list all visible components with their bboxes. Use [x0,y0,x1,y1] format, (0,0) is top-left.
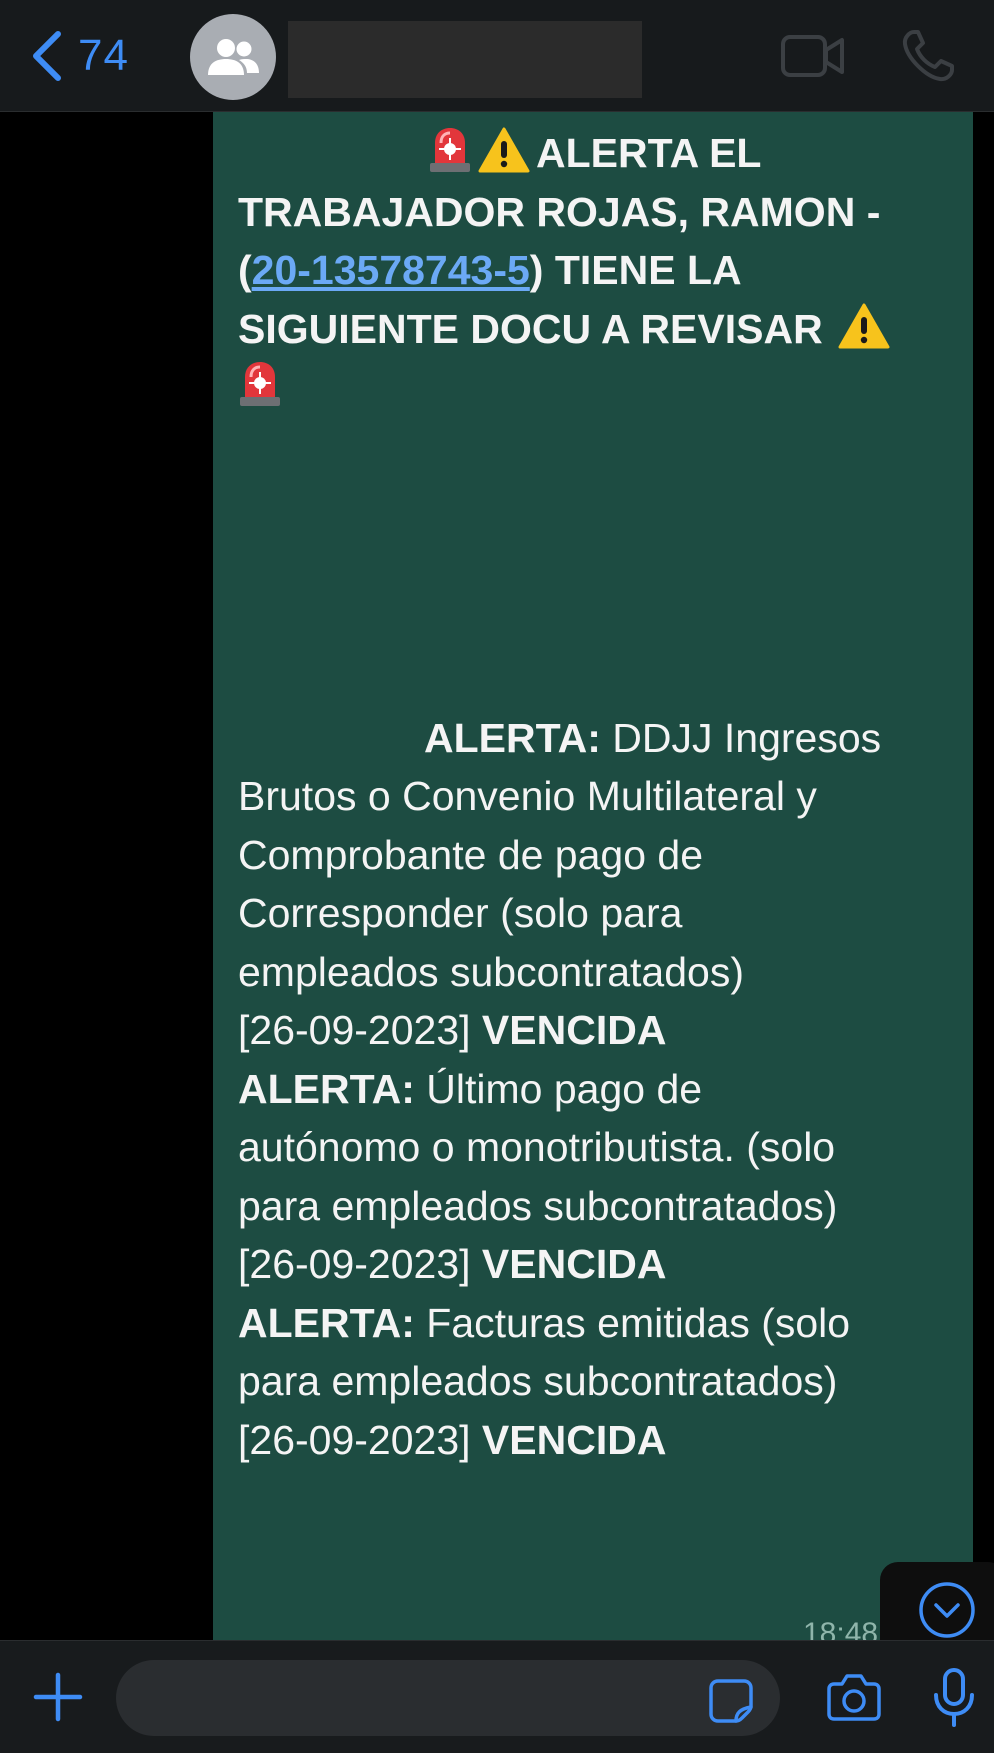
warning-emoji [838,303,890,348]
microphone-icon[interactable] [930,1667,978,1729]
title-line: TRABAJADOR ROJAS, RAMON - [238,188,881,235]
alert-line: autónomo o monotributista. (solo [238,1124,836,1170]
alert-date-line: [26-09-2023] VENCIDA [238,1007,667,1053]
alert-line: para empleados subcontratados) [238,1182,838,1229]
message-input[interactable] [116,1660,780,1736]
composer-bar [0,1640,994,1753]
siren-emoji [240,362,280,406]
alert-line: Comprobante de pago de [238,831,704,878]
status-label: VENCIDA [481,1007,667,1053]
chevron-left-icon [33,31,61,81]
alert-line: ALERTA: DDJJ Ingresos [424,714,882,761]
status-label: VENCIDA [481,1416,667,1463]
contact-name[interactable] [288,21,642,98]
alert-date-line: [26-09-2023] VENCIDA [238,1241,667,1287]
alert-line: Brutos o Convenio Multilateral y [238,773,817,819]
phone-icon[interactable] [900,28,956,84]
title-line: SIGUIENTE DOCU A REVISAR [238,300,958,359]
unread-count: 74 [78,31,129,80]
sticker-icon[interactable] [708,1678,754,1724]
back-button[interactable]: 74 [28,24,129,88]
message-bubble[interactable]: ALERTA EL TRABAJADOR ROJAS, RAMON - (20-… [213,112,973,1650]
video-camera-icon[interactable] [780,30,846,82]
group-icon [208,39,259,75]
title-line [238,358,958,417]
alert-line: empleados subcontratados) [238,948,744,995]
chevron-down-circle-icon [919,1582,975,1638]
chat-header: 74 [0,0,994,112]
title-line: ALERTA EL [238,124,958,183]
worker-id-link[interactable]: 20-13578743-5 [252,247,530,293]
camera-icon[interactable] [826,1672,882,1722]
chat-area[interactable]: ALERTA EL TRABAJADOR ROJAS, RAMON - (20-… [0,112,994,1658]
title-line: (20-13578743-5) TIENE LA [238,247,742,293]
alert-line: Corresponder (solo para [238,890,683,936]
empty-space [238,417,958,709]
message-text: ALERTA EL TRABAJADOR ROJAS, RAMON - (20-… [238,124,958,1469]
plus-icon[interactable] [32,1671,84,1723]
group-avatar[interactable] [190,14,276,100]
status-label: VENCIDA [481,1241,667,1287]
alert-line: ALERTA: Último pago de [238,1065,703,1112]
alert-date-line: [26-09-2023] VENCIDA [238,1416,667,1463]
alert-line: para empleados subcontratados) [238,1358,838,1404]
siren-emoji [430,128,470,172]
alert-line: ALERTA: Facturas emitidas (solo [238,1299,851,1346]
warning-emoji [478,127,530,173]
